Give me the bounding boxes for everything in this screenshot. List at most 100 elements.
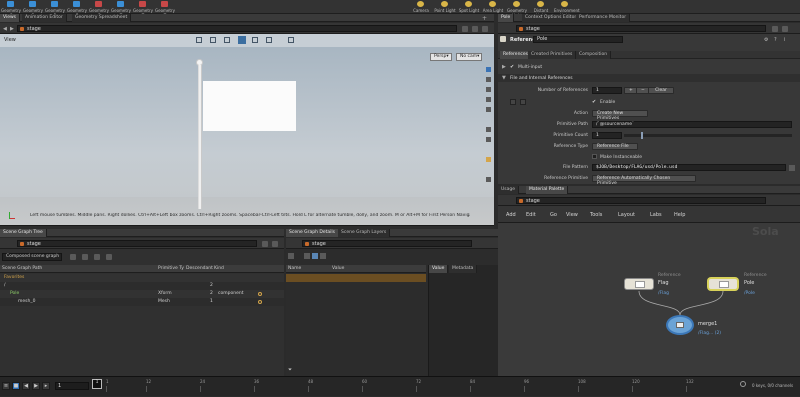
- tab-scene-graph-layers[interactable]: Scene Graph Layers: [338, 229, 391, 237]
- shelf-tool[interactable]: Geometry B: [44, 1, 66, 18]
- side-tool-icon[interactable]: [486, 67, 491, 72]
- file-browse-icon[interactable]: [789, 165, 795, 171]
- details-path-field[interactable]: stage: [302, 240, 472, 247]
- multi-input-check-icon[interactable]: ✔: [510, 64, 514, 70]
- tab-performance-monitor[interactable]: Performance Monitor: [576, 14, 631, 22]
- tree-tool-icon[interactable]: [70, 254, 76, 260]
- details-selected-row[interactable]: [286, 274, 426, 282]
- num-refs-field[interactable]: 1: [592, 87, 622, 94]
- next-key-button[interactable]: ▸: [42, 382, 50, 390]
- shelf-tool[interactable]: Spot Light: [458, 1, 480, 13]
- network-menu-help[interactable]: Help: [674, 212, 685, 218]
- ref-prim-menu[interactable]: Reference Automatically Chosen Primitive: [592, 175, 696, 186]
- shelf-tool[interactable]: Geometry T: [110, 1, 132, 18]
- snap-icon[interactable]: [210, 37, 216, 43]
- shelf-tool[interactable]: Point Light: [434, 1, 456, 13]
- shelf-tool[interactable]: Geometry P: [22, 1, 44, 18]
- tab-value[interactable]: Value: [429, 265, 449, 273]
- nocam-menu[interactable]: No cam▾: [456, 53, 482, 61]
- ref-multiparm-icon[interactable]: [510, 99, 516, 105]
- back-arrow-icon[interactable]: ◀: [3, 26, 7, 32]
- col-scene-graph-path[interactable]: Scene Graph Path: [2, 266, 42, 271]
- network-editor[interactable]: Sola Reference Flag /Flag Reference Pole…: [498, 223, 800, 383]
- shelf-tool[interactable]: Geometry Light: [506, 1, 528, 18]
- scene-filter-menu[interactable]: Composed scene graph: [2, 253, 62, 261]
- timeline-ruler[interactable]: 1 12 24 36 48 60 72 84 96 108 120 132: [92, 377, 732, 397]
- frame-field[interactable]: 1: [55, 382, 89, 390]
- side-tool-icon[interactable]: [486, 127, 491, 132]
- enable-check-icon[interactable]: ✔: [592, 99, 596, 105]
- slider-handle[interactable]: [641, 132, 643, 139]
- tab-created-primitives[interactable]: Created Primitives: [528, 51, 577, 59]
- network-menu-tools[interactable]: Tools: [590, 212, 602, 218]
- pin-icon[interactable]: [262, 241, 268, 247]
- visibility-icon[interactable]: [258, 292, 262, 296]
- tab-metadata[interactable]: Metadata: [449, 265, 478, 273]
- pin-icon[interactable]: [462, 26, 468, 32]
- gear-icon[interactable]: ⚙: [764, 37, 768, 43]
- details-tool-icon[interactable]: [312, 253, 318, 259]
- details-tool-icon[interactable]: [320, 253, 326, 259]
- prim-count-slider[interactable]: [624, 132, 792, 139]
- node-name-field[interactable]: Pole: [533, 36, 623, 43]
- tab-scene-graph-details[interactable]: Scene Graph Details: [286, 229, 339, 237]
- section-header[interactable]: ▼ File and Internal References: [498, 74, 800, 82]
- prim-path-field[interactable]: /`@sourcename`: [592, 121, 792, 128]
- file-pattern-field[interactable]: $JOB/Desktop/FLAG/usd/Pole.usd: [592, 164, 786, 171]
- viewport-3d[interactable]: Persp▾ No cam▾ Left mouse tumbles. Middl…: [0, 47, 494, 225]
- side-tool-icon[interactable]: [486, 137, 491, 142]
- table-row[interactable]: mesh_0 Mesh 1: [0, 298, 284, 306]
- tab-context-options-editor[interactable]: Context Options Editor: [522, 14, 581, 22]
- side-tool-icon[interactable]: [486, 87, 491, 92]
- clear-button[interactable]: Clear: [648, 87, 674, 94]
- tab-material-palette[interactable]: Material Palette: [526, 186, 569, 194]
- col-primitive-type[interactable]: Primitive Ty: [158, 266, 184, 271]
- col-name[interactable]: Name: [288, 266, 301, 271]
- network-menu-labs[interactable]: Labs: [650, 212, 662, 218]
- tree-tool-icon[interactable]: [106, 254, 112, 260]
- stop-button[interactable]: ■: [12, 382, 20, 390]
- prim-count-field[interactable]: 1: [592, 132, 622, 139]
- network-menu-go[interactable]: Go: [550, 212, 557, 218]
- ref-type-menu[interactable]: Reference File: [592, 143, 638, 150]
- camera-view-icon[interactable]: [288, 37, 294, 43]
- step-back-button[interactable]: ◀: [22, 382, 30, 390]
- link-icon[interactable]: [472, 26, 478, 32]
- tab-usage[interactable]: Usage: [498, 186, 520, 194]
- add-tab-icon[interactable]: +: [482, 15, 487, 22]
- side-tool-icon[interactable]: [486, 77, 491, 82]
- shelf-tool[interactable]: Geometry C: [88, 1, 110, 18]
- view-tool-icon[interactable]: [196, 37, 202, 43]
- tab-composition[interactable]: Composition: [576, 51, 612, 59]
- pin-icon[interactable]: [772, 26, 778, 32]
- network-menu-edit[interactable]: Edit: [526, 212, 536, 218]
- tab-pole[interactable]: Pole: [498, 14, 515, 22]
- options-icon[interactable]: [272, 241, 278, 247]
- tab-geometry-spreadsheet[interactable]: Geometry Spreadsheet: [72, 14, 132, 22]
- help-icon[interactable]: ?: [774, 37, 777, 43]
- shelf-tool[interactable]: Distant Light: [530, 1, 552, 18]
- options-icon[interactable]: [782, 26, 788, 32]
- viewer-path-field[interactable]: stage: [17, 25, 457, 32]
- details-tool-icon[interactable]: [288, 253, 294, 259]
- col-descendants[interactable]: Descendant: [186, 266, 213, 271]
- forward-arrow-icon[interactable]: ▶: [10, 26, 14, 32]
- details-tool-icon[interactable]: [304, 253, 310, 259]
- col-kind[interactable]: Kind: [214, 266, 224, 271]
- network-path-field[interactable]: stage: [516, 197, 766, 204]
- node-merge1[interactable]: [666, 315, 694, 335]
- info-icon[interactable]: i: [784, 37, 785, 43]
- shelf-tool[interactable]: Geometry T: [154, 1, 176, 18]
- visibility-icon[interactable]: [258, 300, 262, 304]
- side-tool-icon[interactable]: [486, 107, 491, 112]
- realtime-icon[interactable]: [740, 381, 746, 387]
- collapse-arrow-icon[interactable]: ▶: [502, 64, 506, 70]
- action-menu[interactable]: Create New Primitives: [592, 110, 648, 121]
- tree-tool-icon[interactable]: [82, 254, 88, 260]
- shelf-tool[interactable]: Geometry T: [132, 1, 154, 18]
- shading-icon[interactable]: [252, 37, 258, 43]
- light-icon[interactable]: [266, 37, 272, 43]
- shelf-tool[interactable]: Geometry C: [0, 1, 22, 18]
- side-tool-icon[interactable]: [486, 177, 491, 182]
- instanceable-checkbox[interactable]: [592, 154, 597, 159]
